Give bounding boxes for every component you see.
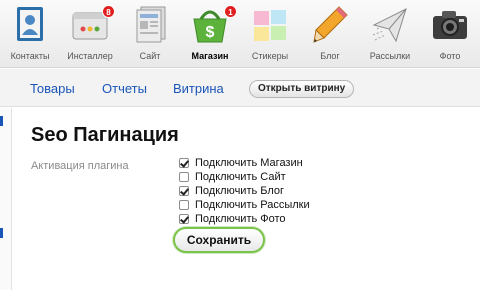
sidebar-marker-top[interactable] [0, 116, 3, 126]
blog-pencil-icon [313, 6, 348, 43]
site-icon [136, 6, 166, 43]
app-label-shop: Магазин [191, 51, 229, 61]
page-title: Seo Пагинация [31, 124, 179, 146]
nav-link-tovary[interactable]: Товары [30, 81, 75, 96]
option-mailer[interactable]: Подключить Рассылки [179, 198, 310, 212]
nav-link-otchety[interactable]: Отчеты [102, 81, 147, 96]
app-blog[interactable]: Блог [300, 0, 360, 68]
option-label-blog: Подключить Блог [195, 185, 285, 197]
app-label-installer: Инсталлер [67, 51, 113, 61]
option-label-mailer: Подключить Рассылки [195, 199, 310, 211]
checkbox-mailer[interactable] [179, 200, 189, 210]
app-label-contacts: Контакты [10, 51, 50, 61]
app-shop[interactable]: $ 1 Магазин [180, 0, 240, 68]
checkbox-shop[interactable] [179, 158, 189, 168]
app-label-site: Сайт [139, 51, 161, 61]
mailer-icon [372, 8, 407, 43]
app-mailer[interactable]: Рассылки [360, 0, 420, 68]
app-label-blog: Блог [320, 51, 340, 61]
option-site[interactable]: Подключить Сайт [179, 170, 310, 184]
app-label-stickers: Стикеры [251, 51, 289, 61]
installer-badge: 8 [102, 5, 115, 18]
app-label-photo: Фото [439, 51, 461, 61]
save-button[interactable]: Сохранить [173, 227, 265, 253]
option-label-site: Подключить Сайт [195, 171, 286, 183]
option-label-photo: Подключить Фото [195, 213, 286, 225]
app-contacts[interactable]: Контакты [0, 0, 60, 68]
svg-text:$: $ [206, 24, 215, 41]
option-shop[interactable]: Подключить Магазин [179, 156, 310, 170]
app-stickers[interactable]: Стикеры [240, 0, 300, 68]
checkbox-blog[interactable] [179, 186, 189, 196]
checkbox-photo[interactable] [179, 214, 189, 224]
option-label-shop: Подключить Магазин [195, 157, 303, 169]
app-label-mailer: Рассылки [369, 51, 411, 61]
activation-label: Активация плагина [31, 160, 129, 172]
contacts-icon [17, 7, 43, 41]
option-photo[interactable]: Подключить Фото [179, 212, 310, 226]
app-installer[interactable]: 8 Инсталлер [60, 0, 120, 68]
sidebar-marker-bottom[interactable] [0, 228, 3, 238]
checkbox-site[interactable] [179, 172, 189, 182]
app-site[interactable]: Сайт [120, 0, 180, 68]
plugin-settings: Seo Пагинация Активация плагина Подключи… [13, 108, 480, 290]
option-blog[interactable]: Подключить Блог [179, 184, 310, 198]
stickers-icon [254, 10, 286, 41]
plugin-options-list: Подключить Магазин Подключить Сайт Подкл… [179, 156, 310, 226]
app-bar: Контакты 8 Инсталлер Сайт $ 1 Магазин Ст… [0, 0, 480, 68]
open-storefront-button[interactable]: Открыть витрину [249, 80, 355, 98]
nav-link-vitrina[interactable]: Витрина [173, 81, 224, 96]
app-photo[interactable]: Фото [420, 0, 480, 68]
left-sidebar [0, 108, 12, 290]
shop-badge: 1 [224, 5, 237, 18]
camera-icon [433, 11, 467, 39]
shop-subnav: Товары Отчеты Витрина Открыть витрину [0, 69, 480, 107]
